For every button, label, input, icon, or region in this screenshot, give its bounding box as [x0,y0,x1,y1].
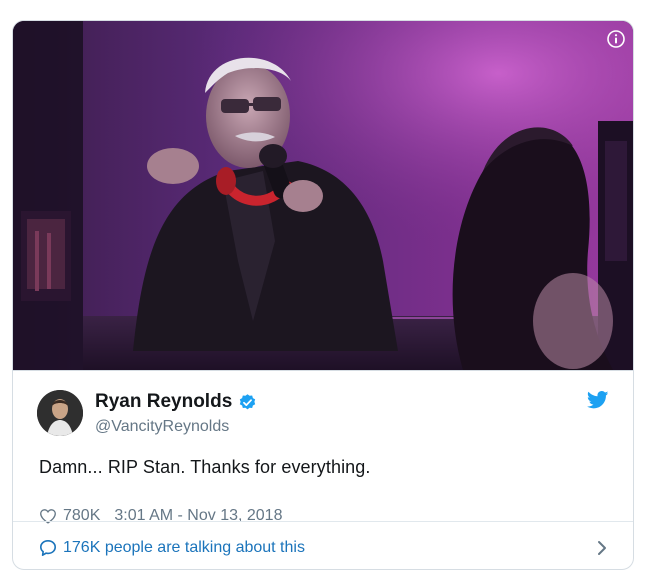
speech-bubble-icon [39,539,57,557]
conversation-link[interactable]: 176K people are talking about this [13,521,633,569]
verified-badge-icon [240,393,256,409]
chevron-right-icon [598,541,606,555]
author-handle[interactable]: @VancityReynolds [95,418,229,436]
twitter-bird-icon[interactable] [587,391,609,409]
talking-count[interactable]: 176K people are talking about this [63,539,305,557]
tweet-body: Ryan Reynolds @VancityReynolds Damn... R… [13,370,633,524]
info-icon[interactable] [607,30,625,48]
author-name-label: Ryan Reynolds [95,391,233,412]
avatar-image [37,390,83,436]
avatar[interactable] [37,390,83,436]
author-name[interactable]: Ryan Reynolds [95,391,257,413]
tweet-photo[interactable] [13,21,633,370]
tweet-text: Damn... RIP Stan. Thanks for everything. [39,457,371,477]
photo-scene [13,21,633,370]
tweet-card: Ryan Reynolds @VancityReynolds Damn... R… [12,20,634,570]
